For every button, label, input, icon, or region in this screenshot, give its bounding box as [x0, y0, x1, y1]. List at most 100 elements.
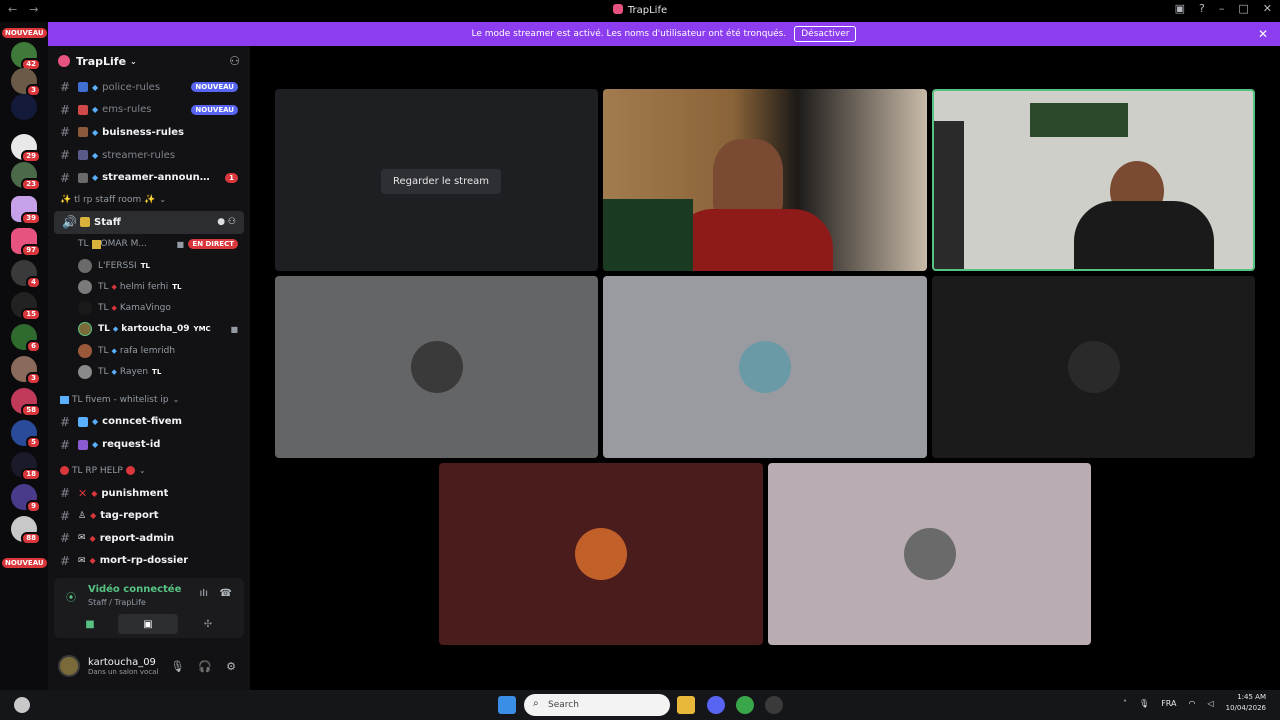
widgets-icon[interactable]	[14, 697, 30, 713]
envelope-icon: ✉	[78, 533, 86, 544]
language-indicator[interactable]: FRA	[1161, 699, 1176, 708]
channel-streamer-rules[interactable]: # ◆ streamer-rules	[48, 144, 250, 167]
voice-user[interactable]: TL ◆ KamaVingo	[48, 297, 250, 318]
channel-mort-rp-dossier[interactable]: # ✉ ◆ mort-rp-dossier	[48, 550, 250, 573]
police-emoji-icon	[78, 82, 88, 93]
channel-name: streamer-rules	[102, 149, 176, 161]
file-explorer-icon[interactable]	[677, 696, 695, 714]
diamond-icon: ◆	[91, 488, 98, 498]
user-tag: YMC	[193, 325, 211, 334]
server-icon[interactable]: 6	[11, 324, 41, 353]
channel-ems-rules[interactable]: # ◆ ems-rules NOUVEAU	[48, 99, 250, 122]
server-icon[interactable]: 58	[11, 388, 41, 417]
server-icon-active[interactable]: 97	[11, 228, 41, 257]
video-tile-speaking[interactable]	[932, 89, 1255, 271]
channel-police-rules[interactable]: # ◆ police-rules NOUVEAU	[48, 76, 250, 99]
participant-tile[interactable]	[275, 276, 598, 458]
voice-channel-staff[interactable]: 🔊 Staff ● ⚇	[54, 210, 244, 234]
channel-report-admin[interactable]: # ✉ ◆ report-admin	[48, 527, 250, 550]
channel-streamer-announcements[interactable]: # ◆ streamer-announcem... 1	[48, 166, 250, 189]
server-icon[interactable]: 9	[11, 484, 41, 513]
windows-start-icon[interactable]	[498, 696, 516, 714]
server-icon[interactable]: 4	[11, 260, 41, 289]
channel-punishment[interactable]: # ✕ ◆ punishment	[48, 482, 250, 505]
add-member-icon[interactable]: ⚇	[229, 54, 240, 68]
chat-bubble-icon[interactable]: ●	[217, 217, 225, 227]
person-icon: ♙	[78, 510, 87, 521]
activities-button[interactable]: ✣	[178, 614, 238, 634]
participant-tile[interactable]	[439, 463, 763, 645]
participant-tile[interactable]	[932, 276, 1255, 458]
server-icon[interactable]: 29	[11, 134, 41, 163]
clock[interactable]: 1:45 AM 10/04/2026	[1226, 692, 1266, 714]
channel-buisness-rules[interactable]: # ◆ buisness-rules	[48, 121, 250, 144]
new-badge-bottom: NOUVEAU	[2, 558, 47, 568]
gear-icon[interactable]: ⚙	[226, 660, 236, 673]
unread-badge: 6	[26, 340, 41, 353]
server-icon[interactable]: 3	[11, 68, 41, 97]
video-button[interactable]: ■	[60, 614, 120, 634]
user-info[interactable]: kartoucha_09 Dans un salon vocal	[88, 657, 158, 676]
participant-tile[interactable]	[603, 276, 927, 458]
voice-location[interactable]: Staff / TrapLife	[88, 598, 146, 607]
minimize-icon[interactable]: –	[1219, 2, 1225, 15]
channel-conncet-fivem[interactable]: # ◆ conncet-fivem	[48, 411, 250, 434]
headphones-icon[interactable]: 🎧	[198, 660, 212, 673]
voice-user[interactable]: TL ◆ Rayen TL	[48, 361, 250, 382]
server-icon[interactable]: 23	[11, 162, 41, 191]
taskbar-search[interactable]: ⌕ Search	[524, 694, 670, 716]
video-tile-streamer[interactable]	[603, 89, 927, 271]
hash-icon: #	[60, 414, 71, 429]
noise-suppression-icon[interactable]: ıIı	[199, 588, 208, 599]
microphone-icon[interactable]: 🎙	[170, 660, 184, 673]
close-window-icon[interactable]: ✕	[1263, 2, 1272, 15]
streamer-mode-banner: Le mode streamer est activé. Les noms d'…	[48, 22, 1280, 46]
participant-tile[interactable]	[768, 463, 1091, 645]
chrome-icon[interactable]	[736, 696, 754, 714]
volume-icon[interactable]: ◁	[1207, 699, 1213, 708]
avatar[interactable]	[58, 655, 80, 677]
close-icon[interactable]: ✕	[1258, 27, 1268, 41]
stream-tile-hidden[interactable]: Regarder le stream	[275, 89, 598, 271]
hash-icon: #	[60, 125, 71, 140]
badge-emoji-icon	[91, 239, 101, 249]
title-bar: ← → TrapLife ▣ ? – □ ✕	[0, 0, 1280, 21]
voice-user[interactable]: TL OMAR M... ■ EN DIRECT	[48, 234, 250, 255]
server-icon[interactable]: 88	[11, 516, 41, 545]
help-icon[interactable]: ?	[1199, 2, 1205, 15]
watch-stream-button[interactable]: Regarder le stream	[381, 169, 502, 194]
category-rp-help[interactable]: TL RP HELP ⌄	[48, 460, 250, 482]
microphone-icon[interactable]: 🎙	[1139, 699, 1149, 708]
voice-user-self[interactable]: TL ◆ kartoucha_09 YMC ■	[48, 319, 250, 340]
add-user-icon[interactable]: ⚇	[228, 217, 236, 227]
voice-user[interactable]: TL ◆ helmi ferhi TL	[48, 276, 250, 297]
screen-share-button[interactable]: ▣	[118, 614, 178, 634]
voice-user[interactable]: TL ◆ rafa lemridh	[48, 340, 250, 361]
chevron-up-icon[interactable]: ˄	[1123, 699, 1127, 708]
diamond-icon: ◆	[92, 82, 99, 92]
date: 10/04/2026	[1225, 704, 1266, 712]
server-icon[interactable]	[11, 94, 37, 120]
voice-user[interactable]: L'FERSSI TL	[48, 255, 250, 276]
server-icon[interactable]: 3	[11, 356, 41, 385]
disconnect-icon[interactable]: ☎	[220, 588, 232, 599]
server-icon[interactable]: 15	[11, 292, 41, 321]
server-icon[interactable]: 39	[11, 196, 41, 225]
disable-streamer-button[interactable]: Désactiver	[794, 26, 857, 42]
discord-icon[interactable]	[707, 696, 725, 714]
user-name: kartoucha_09	[121, 324, 190, 335]
app-icon[interactable]	[765, 696, 783, 714]
guild-header[interactable]: TrapLife ⌄ ⚇	[48, 46, 250, 76]
unread-badge: 23	[21, 178, 41, 191]
category-fivem[interactable]: TL fivem - whitelist ip ⌄	[48, 389, 250, 411]
channel-tag-report[interactable]: # ♙ ◆ tag-report	[48, 504, 250, 527]
server-icon[interactable]: 42	[11, 42, 41, 71]
inbox-icon[interactable]: ▣	[1175, 2, 1185, 15]
category-staff-room[interactable]: ✨ tl rp staff room ✨ ⌄	[48, 189, 250, 211]
channel-request-id[interactable]: # ◆ request-id	[48, 433, 250, 456]
server-icon[interactable]: 18	[11, 452, 41, 481]
server-icon[interactable]: 5	[11, 420, 41, 449]
wifi-icon[interactable]: ◠	[1189, 699, 1196, 708]
maximize-icon[interactable]: □	[1238, 2, 1248, 15]
megaphone-emoji-icon	[78, 172, 88, 183]
